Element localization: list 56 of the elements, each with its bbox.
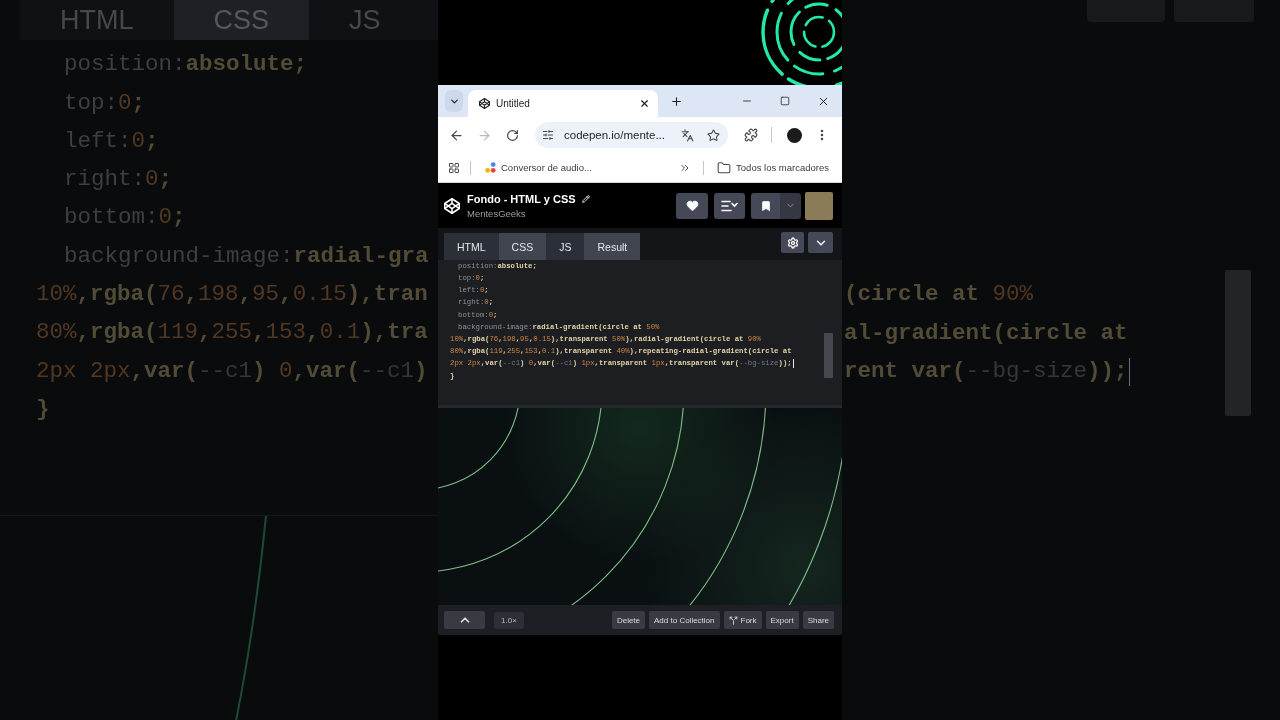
settings-icon <box>786 236 799 249</box>
sliders-icon[interactable] <box>541 128 555 142</box>
footer-button[interactable]: Add to Collection <box>649 611 720 629</box>
editor-tab[interactable]: CSS <box>498 233 547 260</box>
list-chevron-icon <box>721 199 738 212</box>
plus-icon <box>669 94 683 108</box>
code-line: 10%,rgba(76,198,95,0.15),tran <box>36 282 428 308</box>
code-line: 80%,rgba(119,255,153,0.1),tra <box>36 320 428 347</box>
fork-icon <box>728 615 738 625</box>
code-line: (circle at 90% <box>844 282 1034 309</box>
browser-tab[interactable]: Untitled <box>468 90 658 117</box>
avatar-placeholder[interactable] <box>805 191 833 220</box>
grid-icon <box>448 161 460 174</box>
folder-icon <box>717 160 732 175</box>
reload-icon <box>505 128 519 142</box>
url-text: codepen.io/mente... <box>564 129 666 141</box>
avatar-icon <box>786 127 802 143</box>
cube-logo-icon <box>479 98 490 109</box>
close-icon <box>638 98 650 109</box>
bookmark-item[interactable]: Conversor de audio... <box>479 156 598 179</box>
code-editor[interactable] <box>438 260 842 405</box>
arrow-right-icon <box>476 127 492 143</box>
zoom-level[interactable]: 1.0× <box>494 611 524 629</box>
editor-tab[interactable]: Result <box>584 233 641 260</box>
pen-author: MentesGeeks <box>467 207 527 219</box>
code-line: } <box>36 396 50 423</box>
all-bookmarks-label: Todos los marcadores <box>736 162 829 173</box>
collapse-button[interactable] <box>808 232 833 253</box>
settings-button[interactable] <box>781 232 804 253</box>
editor-tab[interactable]: HTML <box>444 233 499 260</box>
tab-list-button[interactable] <box>445 90 463 112</box>
editor-tab[interactable]: JS <box>546 233 585 260</box>
footer-button[interactable]: Delete <box>611 611 646 629</box>
bookmark-icon <box>759 199 772 212</box>
bookmark-button[interactable] <box>751 192 780 219</box>
code-line: al-gradient(circle at <box>844 320 1128 347</box>
scrollbar-thumb[interactable] <box>824 333 833 378</box>
like-button[interactable] <box>676 192 708 219</box>
expand-button[interactable] <box>444 611 485 629</box>
colored-dots-icon <box>485 162 496 173</box>
collections-button[interactable] <box>714 192 745 219</box>
puzzle-icon <box>744 128 758 142</box>
pen-title: Fondo - HTML y CSS <box>467 192 576 205</box>
translate-icon[interactable] <box>680 128 694 142</box>
tab-title: Untitled <box>496 98 531 109</box>
bookmark-label: Conversor de audio... <box>501 162 592 173</box>
footer-button[interactable]: Share <box>802 611 834 629</box>
cube-logo-icon <box>444 197 460 214</box>
maximize-icon <box>780 96 790 106</box>
star-icon[interactable] <box>706 128 720 142</box>
heart-icon <box>685 199 699 212</box>
all-bookmarks-button[interactable]: Todos los marcadores <box>711 156 835 179</box>
pencil-icon[interactable] <box>581 194 590 203</box>
address-field[interactable]: codepen.io/mente... <box>535 122 728 148</box>
footer-button[interactable]: Export <box>765 611 799 629</box>
footer-button[interactable]: Fork <box>723 611 762 629</box>
